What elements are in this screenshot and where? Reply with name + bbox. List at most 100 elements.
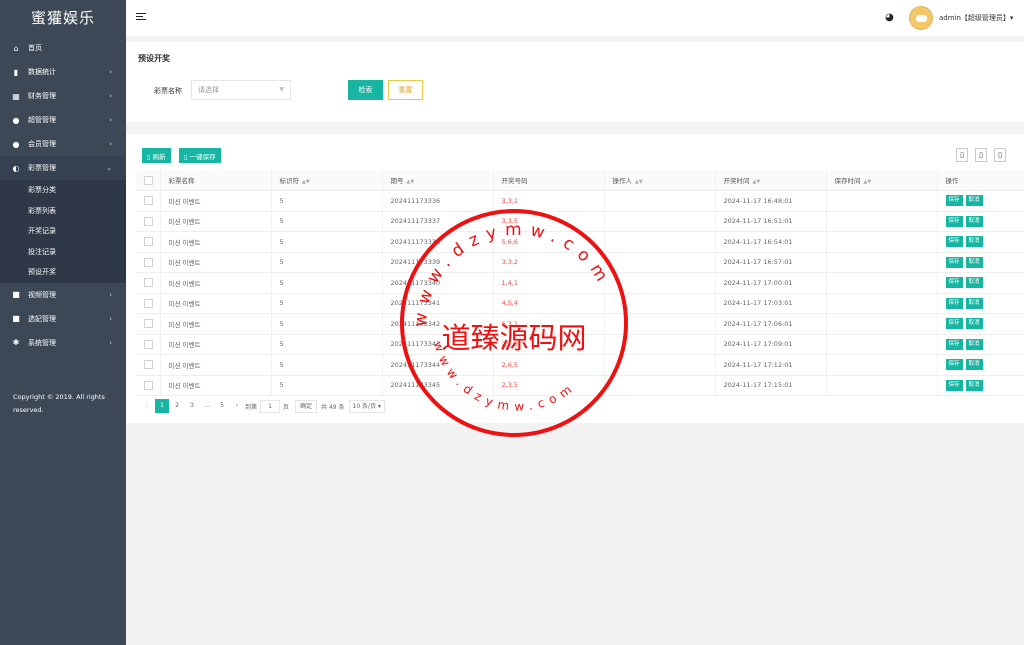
key-cell: 5 xyxy=(270,375,382,396)
operator-cell xyxy=(603,375,715,396)
save-button[interactable]: 保存 xyxy=(945,215,963,227)
page-link[interactable]: 3 xyxy=(185,399,199,413)
winning-numbers-cell[interactable]: 3,3,1 xyxy=(492,190,604,212)
export-icon[interactable]: ▯ xyxy=(975,148,987,162)
save-button[interactable]: 保存 xyxy=(945,236,963,248)
cancel-button[interactable]: 取消 xyxy=(965,277,983,289)
reset-button[interactable]: 重置 xyxy=(388,80,423,100)
column-header-label: 开奖号码 xyxy=(501,177,528,185)
sidebar-item[interactable]: ⌂ 首页 xyxy=(0,36,126,60)
cancel-button[interactable]: 取消 xyxy=(965,215,983,227)
row-checkbox[interactable] xyxy=(144,237,153,247)
winning-numbers-cell[interactable]: 2,3,5 xyxy=(492,375,604,396)
column-header: 开奖号码 xyxy=(492,170,604,191)
cancel-button[interactable]: 取消 xyxy=(965,195,983,207)
save-all-button[interactable]: ▯ 一键保存 xyxy=(179,148,221,163)
gear-icon: ✱ xyxy=(12,338,20,347)
issue-cell: 202411173342 xyxy=(381,313,493,335)
lottery-name-label: 彩票名称 xyxy=(154,87,182,95)
winning-numbers-cell[interactable]: 2,1,3 xyxy=(492,334,604,355)
row-checkbox[interactable] xyxy=(144,196,153,206)
cancel-button[interactable]: 取消 xyxy=(965,359,983,371)
lottery-table: 彩票名称 标识符 ▲▼ 期号 ▲▼ 开奖号码 操作人 ▲▼ 开奖时间 ▲▼ 保存时间 ▲▼ 操作 미션 … xyxy=(136,170,1024,396)
save-button[interactable]: 保存 xyxy=(945,318,963,330)
cancel-button[interactable]: 取消 xyxy=(965,236,983,248)
goto-confirm-button[interactable]: 确定 xyxy=(295,399,318,413)
column-header-label: 彩票名称 xyxy=(168,177,195,185)
row-checkbox[interactable] xyxy=(144,319,153,329)
sidebar-subitem[interactable]: 彩票分类 xyxy=(0,180,126,201)
row-checkbox[interactable] xyxy=(144,360,153,370)
cancel-button[interactable]: 取消 xyxy=(965,318,983,330)
lottery-name-select[interactable]: 请选择 ▼ xyxy=(191,80,291,100)
sidebar-item[interactable]: ● 会员管理 › xyxy=(0,132,126,156)
winning-numbers-cell[interactable]: 3,3,2 xyxy=(492,252,604,273)
winning-numbers-cell[interactable]: 5,6,6 xyxy=(492,231,604,253)
column-header[interactable]: 期号 ▲▼ xyxy=(381,170,493,191)
save-button[interactable]: 保存 xyxy=(945,277,963,289)
draw-time-cell: 2024-11-17 17:12:01 xyxy=(714,354,826,376)
winning-numbers-cell[interactable]: 4,5,4 xyxy=(492,293,604,314)
sidebar-item[interactable]: ✱ 系统管理 › xyxy=(0,331,126,355)
operator-cell xyxy=(603,313,715,335)
sidebar-subitem[interactable]: 开奖记录 xyxy=(0,221,126,242)
row-checkbox[interactable] xyxy=(144,339,153,349)
sidebar-subitem[interactable]: 投注记录 xyxy=(0,242,126,263)
row-checkbox[interactable] xyxy=(144,380,153,390)
sort-icon[interactable]: ▲▼ xyxy=(753,179,761,185)
cancel-button[interactable]: 取消 xyxy=(965,297,983,309)
print-icon[interactable]: ▯ xyxy=(994,148,1006,162)
sidebar-subitem[interactable]: 彩票列表 xyxy=(0,201,126,222)
row-checkbox[interactable] xyxy=(144,278,153,288)
page-size-select[interactable]: 10 条/页 ▾ xyxy=(348,399,385,413)
winning-numbers-cell[interactable]: 6,3,1 xyxy=(492,313,604,335)
save-button[interactable]: 保存 xyxy=(945,256,963,268)
column-header[interactable]: 保存时间 ▲▼ xyxy=(825,170,937,191)
cancel-button[interactable]: 取消 xyxy=(965,338,983,350)
cancel-button[interactable]: 取消 xyxy=(965,379,983,391)
sidebar-item[interactable]: ■ 视频管理 › xyxy=(0,283,126,307)
save-button[interactable]: 保存 xyxy=(945,359,963,371)
prev-page-icon[interactable]: ‹ xyxy=(140,399,154,413)
sidebar-item[interactable]: ▦ 财务管理 › xyxy=(0,84,126,108)
sidebar-item[interactable]: ▮ 数据统计 › xyxy=(0,60,126,84)
save-button[interactable]: 保存 xyxy=(945,297,963,309)
lottery-name-cell: 미션 이벤트 xyxy=(159,272,271,294)
sidebar-item[interactable]: ■ 选妃管理 › xyxy=(0,307,126,331)
page-link[interactable]: 1 xyxy=(155,399,169,413)
sort-icon[interactable]: ▲▼ xyxy=(407,179,415,185)
page-number-input[interactable]: 1 xyxy=(260,399,281,413)
avatar[interactable] xyxy=(909,6,933,30)
sort-icon[interactable]: ▲▼ xyxy=(302,179,310,185)
save-button[interactable]: 保存 xyxy=(945,338,963,350)
column-header[interactable]: 标识符 ▲▼ xyxy=(270,170,382,191)
sidebar-item[interactable]: ● 超管管理 › xyxy=(0,108,126,132)
save-button[interactable]: 保存 xyxy=(945,379,963,391)
sidebar-subitem[interactable]: 预设开奖 xyxy=(0,262,126,283)
refresh-button[interactable]: ▯ 刷新 xyxy=(142,148,171,163)
save-button[interactable]: 保存 xyxy=(945,195,963,207)
table-row: 미션 이벤트 5 202411173339 3,3,2 2024-11-17 16:57… xyxy=(136,252,1024,273)
columns-filter-icon[interactable]: ▯ xyxy=(956,148,968,162)
sidebar-item[interactable]: ◐ 彩票管理 ⌄ xyxy=(0,156,126,180)
column-header[interactable]: 开奖时间 ▲▼ xyxy=(714,170,826,191)
palette-icon[interactable]: ◕ xyxy=(885,12,894,23)
row-checkbox[interactable] xyxy=(144,298,153,308)
page-link[interactable]: 5 xyxy=(215,399,229,413)
page-link[interactable]: 2 xyxy=(170,399,184,413)
winning-numbers-cell[interactable]: 1,4,1 xyxy=(492,272,604,294)
row-checkbox[interactable] xyxy=(144,216,153,226)
sort-icon[interactable]: ▲▼ xyxy=(635,179,643,185)
menu-toggle-icon[interactable] xyxy=(136,13,146,22)
sidebar-item-label: 选妃管理 xyxy=(28,314,56,323)
winning-numbers-cell[interactable]: 3,3,5 xyxy=(492,211,604,232)
row-checkbox[interactable] xyxy=(144,257,153,267)
next-page-icon[interactable]: › xyxy=(230,399,244,413)
user-menu[interactable]: admin【超级管理员】▾ xyxy=(939,13,1013,23)
select-all-checkbox[interactable] xyxy=(144,175,153,185)
search-button[interactable]: 检索 xyxy=(348,80,383,100)
winning-numbers-cell[interactable]: 2,6,5 xyxy=(492,354,604,376)
column-header[interactable]: 操作人 ▲▼ xyxy=(603,170,715,191)
sort-icon[interactable]: ▲▼ xyxy=(864,179,872,185)
cancel-button[interactable]: 取消 xyxy=(965,256,983,268)
